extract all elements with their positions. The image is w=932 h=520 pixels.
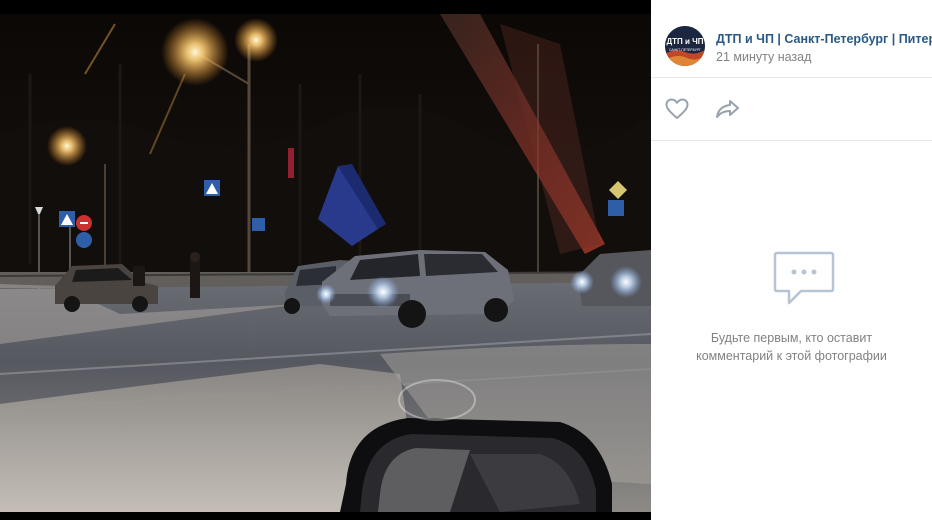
avatar-image: ДТП и ЧП САНКТ-ПЕТЕРБУРГ (665, 26, 705, 66)
avatar-logo-text: ДТП и ЧП (666, 37, 703, 46)
like-button[interactable] (663, 96, 691, 122)
photo-viewer: ДТП и ЧП САНКТ-ПЕТЕРБУРГ ДТП и ЧП | Санк… (0, 0, 932, 520)
comments-empty-text: Будьте первым, кто оставит комментарий к… (696, 331, 887, 363)
post-sidebar: ДТП и ЧП САНКТ-ПЕТЕРБУРГ ДТП и ЧП | Санк… (651, 0, 932, 520)
comments-empty-state: Будьте первым, кто оставит комментарий к… (651, 141, 932, 520)
group-name-link[interactable]: ДТП и ЧП | Санкт-Петербург | Питер Онлай… (716, 31, 932, 47)
share-button[interactable] (714, 96, 742, 122)
photo-top-strip (0, 0, 651, 14)
group-avatar[interactable]: ДТП и ЧП САНКТ-ПЕТЕРБУРГ (665, 26, 705, 66)
post-time[interactable]: 21 минуту назад (716, 49, 811, 65)
accident-photo[interactable] (0, 14, 651, 512)
heart-icon (665, 98, 689, 119)
post-actions (651, 78, 932, 141)
comment-bubble-icon (773, 251, 835, 305)
photo-area[interactable] (0, 0, 651, 520)
avatar-logo-subtext: САНКТ-ПЕТЕРБУРГ (669, 48, 701, 52)
post-header: ДТП и ЧП САНКТ-ПЕТЕРБУРГ ДТП и ЧП | Санк… (651, 0, 932, 78)
share-arrow-icon (716, 100, 739, 118)
photo-bottom-strip (0, 512, 651, 520)
